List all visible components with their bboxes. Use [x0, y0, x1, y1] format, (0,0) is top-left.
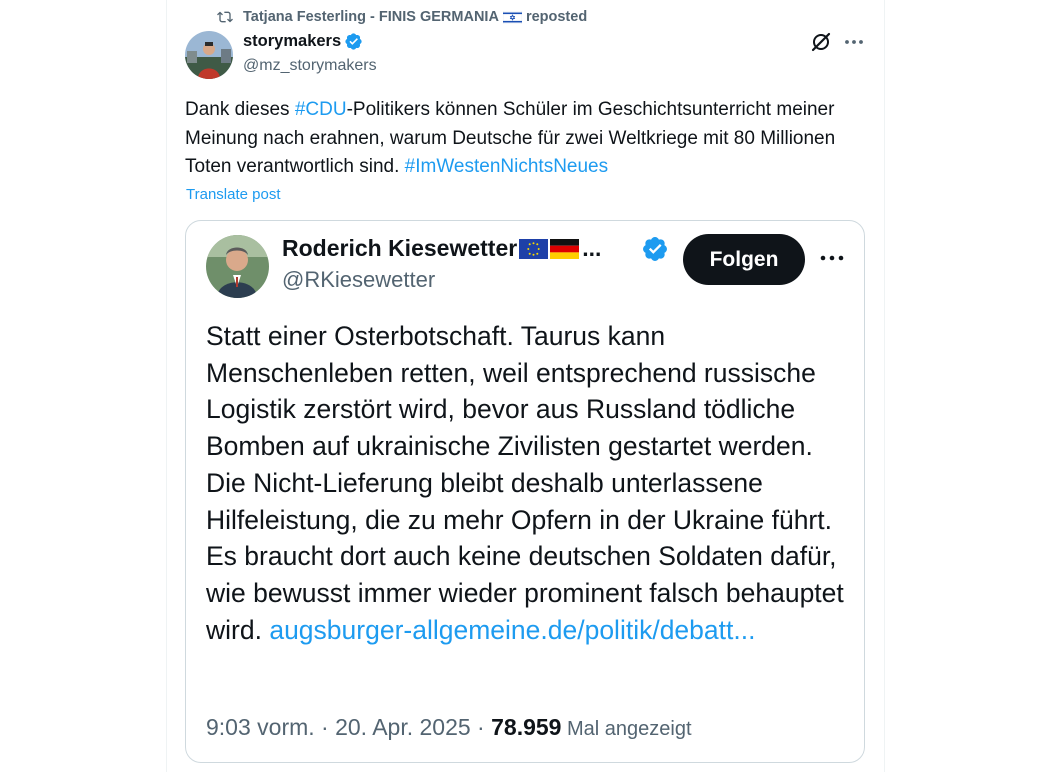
quote-body: Statt einer Osterbotschaft. Taurus kann …	[206, 321, 844, 645]
more-options-icon[interactable]	[818, 247, 846, 269]
quote-handle[interactable]: @RKiesewetter	[282, 267, 435, 293]
israel-flag-icon	[502, 10, 522, 24]
author-name-row[interactable]: storymakers	[243, 32, 363, 51]
quoted-tweet-card[interactable]: Roderich Kiesewetter ... @RKiesewetter F…	[185, 220, 865, 763]
hashtag-link[interactable]: #CDU	[295, 99, 347, 120]
avatar-image	[185, 31, 233, 79]
germany-flag-icon	[550, 238, 580, 259]
post-text-part: Dank dieses	[185, 99, 295, 120]
more-options-icon[interactable]	[843, 31, 865, 53]
post-text: Dank dieses #CDU-Politikers können Schül…	[185, 96, 875, 182]
verified-badge-icon	[643, 237, 667, 261]
hashtag-link[interactable]: #ImWestenNichtsNeues	[405, 156, 608, 177]
repost-indicator[interactable]: Tatjana Festerling - FINIS GERMANIA repo…	[217, 7, 587, 27]
handle[interactable]: @mz_storymakers	[243, 57, 377, 75]
grok-icon[interactable]	[810, 31, 832, 53]
verified-badge-icon	[345, 33, 362, 50]
article-link[interactable]: augsburger-allgemeine.de/politik/debatt.…	[269, 615, 755, 645]
follow-button[interactable]: Folgen	[683, 234, 805, 285]
quote-avatar-image	[206, 235, 269, 298]
repost-label: reposted	[525, 9, 588, 25]
repost-icon	[217, 11, 233, 23]
view-count-label: Mal angezeigt	[561, 718, 692, 740]
avatar[interactable]	[185, 31, 233, 79]
quote-text: Statt einer Osterbotschaft. Taurus kann …	[206, 318, 856, 648]
view-count: 78.959	[491, 714, 562, 740]
repost-user[interactable]: Tatjana Festerling - FINIS GERMANIA	[243, 9, 499, 25]
eu-flag-icon	[519, 238, 549, 259]
quote-name-row[interactable]: Roderich Kiesewetter ...	[282, 235, 601, 262]
quote-avatar[interactable]	[206, 235, 269, 298]
quote-metadata: 9:03 vorm. · 20. Apr. 2025 · 78.959 Mal …	[206, 714, 692, 741]
translate-post-link[interactable]: Translate post	[186, 186, 281, 203]
display-name[interactable]: storymakers	[243, 32, 341, 51]
timestamp[interactable]: 9:03 vorm. · 20. Apr. 2025 ·	[206, 714, 491, 740]
name-truncation: ...	[582, 235, 602, 261]
quote-display-name[interactable]: Roderich Kiesewetter	[282, 235, 517, 262]
